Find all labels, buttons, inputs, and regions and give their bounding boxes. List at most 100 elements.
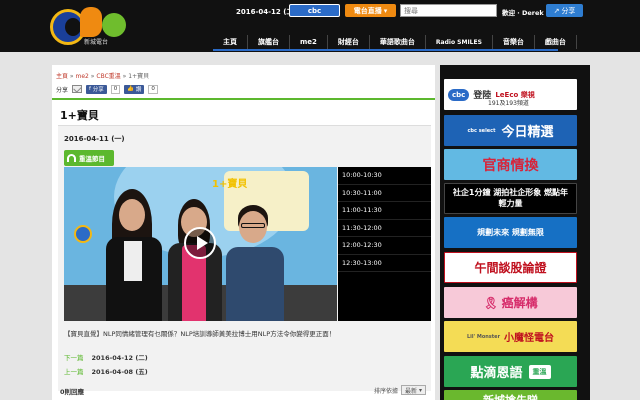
episode-pager: 下一篇 2016-04-12 (二) 上一篇 2016-04-08 (五) bbox=[64, 352, 148, 380]
banner-text: 點滴恩語 bbox=[470, 366, 523, 381]
host-left bbox=[102, 189, 162, 321]
banner-midday-stocks[interactable]: 午間談股論證 bbox=[444, 252, 577, 283]
banner-tag: Lil' Monster bbox=[466, 333, 501, 340]
video-player[interactable]: 1+寶貝 bbox=[64, 167, 337, 321]
schedule-slot[interactable]: 12:00-12:30 bbox=[338, 237, 431, 255]
schedule-list: 10:00-10:30 10:30-11:00 11:00-11:30 11:3… bbox=[338, 167, 431, 321]
episode-panel: 2016-04-11 (一) 重溫節目 1+寶貝 10:00-10:30 10:… bbox=[58, 125, 431, 391]
play-button[interactable] bbox=[184, 227, 216, 259]
logo-b-shape bbox=[80, 7, 102, 37]
banner-preview[interactable]: 新城搶先睇 bbox=[444, 390, 577, 400]
nav-item-finance[interactable]: 財經台 bbox=[328, 35, 370, 49]
main-nav: 主頁 旗艦台 me2 財經台 華語歌曲台 Radio SMILES 音樂台 戲曲… bbox=[213, 35, 577, 49]
host-right bbox=[224, 205, 284, 321]
search-input[interactable] bbox=[400, 4, 497, 17]
welcome-user[interactable]: 歡迎 · Derek bbox=[502, 7, 544, 17]
episode-date: 2016-04-11 (一) bbox=[64, 135, 125, 143]
sort-dropdown[interactable]: 最新 ▾ bbox=[401, 385, 427, 395]
facebook-share-button[interactable]: f 分享 bbox=[86, 84, 107, 94]
title-divider bbox=[52, 98, 435, 100]
fb-share-count: 0 bbox=[110, 84, 121, 94]
pink-ribbon-icon: 🎗 bbox=[483, 295, 499, 310]
cbc-button-label: cbc bbox=[307, 6, 322, 15]
sort-value: 最新 bbox=[405, 387, 418, 395]
share-button[interactable]: ↗ 分享 bbox=[546, 4, 583, 17]
fb-like-count: 0 bbox=[148, 84, 158, 94]
schedule-slot[interactable]: 11:30-12:00 bbox=[338, 220, 431, 237]
cbc-station-button[interactable]: cbc bbox=[289, 4, 340, 17]
sort-label: 排序依據 bbox=[374, 387, 399, 395]
logo-subtitle: 新城電台 bbox=[84, 39, 109, 46]
cbc-logo[interactable]: 新城電台 bbox=[50, 5, 128, 47]
share-label: 分享 bbox=[56, 86, 69, 94]
banner-future-planning[interactable]: 規劃未來 規劃無限 bbox=[444, 217, 577, 248]
breadcrumb-home[interactable]: 主頁 bbox=[56, 73, 68, 80]
nav-item-flagship[interactable]: 旗艦台 bbox=[248, 35, 290, 49]
page-title: 1+寶貝 bbox=[60, 109, 99, 122]
live-button-label: 電台直播 bbox=[353, 6, 382, 15]
header: 新城電台 2016-04-12 (二) cbc 電台直播 ▾ 歡迎 · Dere… bbox=[0, 0, 640, 52]
schedule-slot[interactable]: 11:00-11:30 bbox=[338, 202, 431, 220]
banner-channel: 191及193頻道 bbox=[488, 100, 529, 107]
banner-text: 癌解構 bbox=[501, 296, 538, 310]
fb-share-label: 分享 bbox=[92, 87, 104, 93]
banner-social-enterprise[interactable]: 社企1分鐘 湖拍社企形象 燃點年輕力量 bbox=[444, 183, 577, 214]
comment-count: 0則回應 bbox=[60, 388, 85, 396]
share-button-label: 分享 bbox=[561, 6, 576, 15]
banner-text: 官商情換 bbox=[482, 157, 539, 174]
sidebar-banners: cbc 登陸 LeEco 樂視 191及193頻道 cbc select 今日精… bbox=[440, 65, 590, 400]
fb-like-label: 讚 bbox=[135, 87, 142, 93]
breadcrumb-current: 1+寶貝 bbox=[128, 73, 150, 80]
mail-icon[interactable] bbox=[72, 85, 83, 93]
banner-officials[interactable]: 官商情換 bbox=[444, 149, 577, 180]
glasses bbox=[241, 223, 265, 228]
banner-leeco[interactable]: cbc 登陸 LeEco 樂視 191及193頻道 bbox=[444, 79, 577, 110]
schedule-slot[interactable]: 10:00-10:30 bbox=[338, 167, 431, 185]
chevron-down-icon: ▾ bbox=[383, 6, 388, 15]
thumbs-up-icon: 👍 bbox=[127, 86, 136, 92]
listen-label: 重溫節目 bbox=[79, 155, 105, 163]
banner-text: 規劃未來 規劃無限 bbox=[477, 228, 544, 237]
nav-item-chinese-songs[interactable]: 華語歌曲台 bbox=[370, 35, 426, 49]
banner-cancer[interactable]: 🎗 癌解構 bbox=[444, 287, 577, 318]
facebook-like-button[interactable]: 👍 讚 bbox=[124, 84, 145, 94]
nav-item-me2[interactable]: me2 bbox=[290, 35, 328, 49]
listen-replay-button[interactable]: 重溫節目 bbox=[64, 150, 114, 166]
guest-center bbox=[166, 199, 222, 321]
studio-show-title: 1+寶貝 bbox=[212, 179, 248, 190]
banner-tag: cbc select bbox=[467, 127, 496, 134]
main-content: 主頁 » me2 » CBC重溫 » 1+寶貝 分享 f 分享 0 👍 讚 0 … bbox=[52, 65, 435, 400]
breadcrumb-replay[interactable]: CBC重溫 bbox=[96, 73, 120, 80]
live-radio-button[interactable]: 電台直播 ▾ bbox=[345, 4, 396, 17]
episode-description: 【寶貝直覺】NLP同情緒管理有乜關係？NLP培訓導師黃美拉博士用NLP方法令你變… bbox=[64, 330, 336, 338]
nav-item-music[interactable]: 音樂台 bbox=[493, 35, 535, 49]
breadcrumb-me2[interactable]: me2 bbox=[76, 73, 89, 80]
banner-text: 今日精選 bbox=[501, 125, 554, 140]
studio-logo bbox=[74, 225, 92, 243]
previous-episode-label[interactable]: 上一篇 bbox=[64, 366, 84, 376]
banner-text: 社企1分鐘 湖拍社企形象 燃點年輕力量 bbox=[452, 188, 569, 208]
banner-today-select[interactable]: cbc select 今日精選 bbox=[444, 115, 577, 146]
nav-item-home[interactable]: 主頁 bbox=[213, 35, 248, 49]
chevron-down-icon: ▾ bbox=[419, 386, 423, 394]
header-date: 2016-04-12 (二) bbox=[236, 8, 297, 16]
headphones-icon bbox=[67, 154, 76, 162]
breadcrumb-separator: » bbox=[68, 73, 76, 80]
banner-text: 小魔怪電台 bbox=[504, 333, 555, 344]
comment-sort: 排序依據 最新 ▾ bbox=[374, 385, 427, 395]
schedule-slot[interactable]: 10:30-11:00 bbox=[338, 185, 431, 202]
schedule-slot[interactable]: 12:30-13:00 bbox=[338, 255, 431, 272]
banner-text: 午間談股論證 bbox=[474, 261, 547, 275]
next-episode-date[interactable]: 2016-04-12 (二) bbox=[92, 352, 148, 362]
nav-item-opera[interactable]: 戲曲台 bbox=[535, 35, 577, 49]
next-episode-label[interactable]: 下一篇 bbox=[64, 352, 84, 362]
banner-text: 新城搶先睇 bbox=[483, 392, 538, 400]
banner-lil-monster[interactable]: Lil' Monster 小魔怪電台 bbox=[444, 321, 577, 352]
banner-cbc-tag: cbc bbox=[448, 88, 470, 101]
previous-episode-date[interactable]: 2016-04-08 (五) bbox=[92, 366, 148, 376]
share-row: 分享 f 分享 0 👍 讚 0 bbox=[56, 83, 431, 95]
banner-grace-words[interactable]: 點滴恩語 重溫 bbox=[444, 356, 577, 387]
logo-c2-shape bbox=[102, 13, 126, 37]
breadcrumb: 主頁 » me2 » CBC重溫 » 1+寶貝 bbox=[56, 71, 149, 80]
nav-item-radio-smiles[interactable]: Radio SMILES bbox=[426, 35, 493, 49]
